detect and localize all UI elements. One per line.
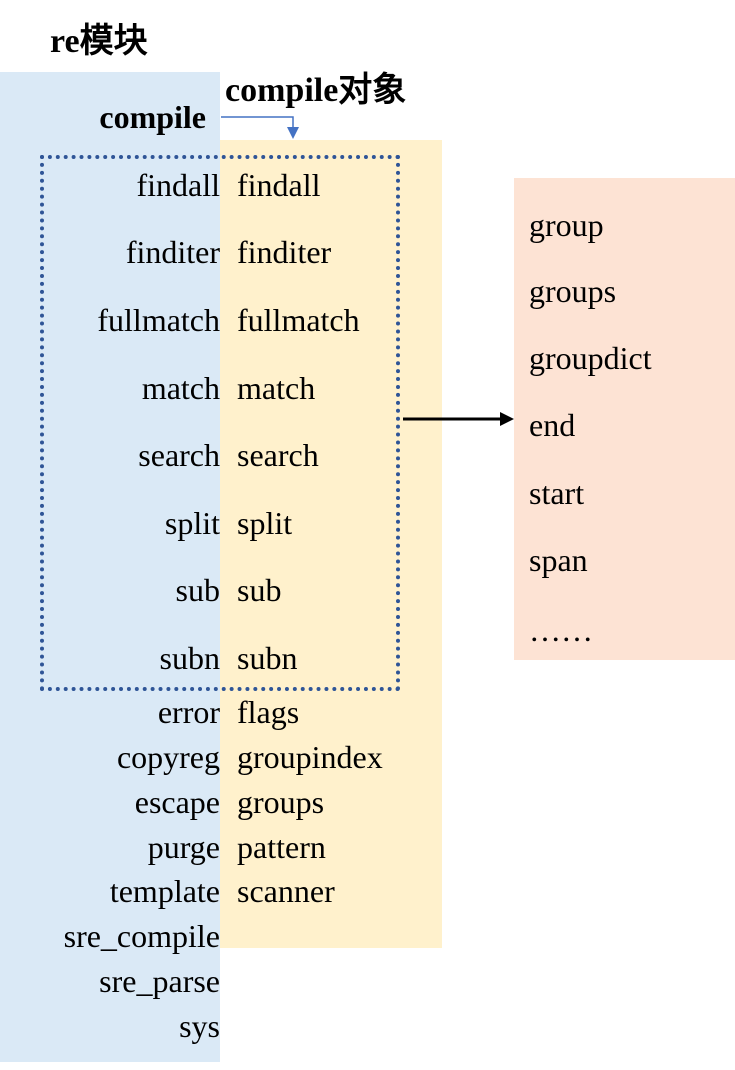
list-item: findall (136, 167, 220, 203)
list-item: subn (237, 640, 298, 676)
list-item: sys (179, 1008, 220, 1044)
list-item: groupdict (529, 340, 652, 376)
match-arrowhead-icon (500, 412, 514, 426)
list-item: error (157, 694, 220, 730)
list-item: pattern (237, 829, 326, 865)
list-item: sre_compile (63, 918, 220, 954)
compile-connector-line (221, 116, 294, 128)
list-item: group (529, 207, 604, 243)
list-item: span (529, 542, 588, 578)
list-item: groups (237, 784, 325, 820)
list-item: escape (134, 784, 220, 820)
compile-arrowhead-icon (287, 127, 299, 139)
list-item: search (237, 437, 319, 473)
list-item: split (164, 505, 220, 541)
list-item: copyreg (116, 739, 220, 775)
list-item: finditer (125, 234, 220, 270)
list-item: fullmatch (237, 302, 360, 338)
list-item: match (141, 370, 220, 406)
list-item: scanner (237, 873, 335, 909)
list-item: finditer (237, 234, 332, 270)
list-item: split (237, 505, 293, 541)
list-item: sub (175, 572, 220, 608)
list-item: match (237, 370, 316, 406)
list-item: subn (159, 640, 220, 676)
list-item: sub (237, 572, 282, 608)
list-item: groupindex (237, 739, 383, 775)
list-item: search (138, 437, 220, 473)
list-item: fullmatch (97, 302, 220, 338)
list-item: groups (529, 273, 617, 309)
list-item: findall (237, 167, 321, 203)
list-item: flags (237, 694, 300, 730)
list-item: sre_parse (99, 963, 220, 999)
list-item: template (109, 873, 220, 909)
list-item: purge (147, 829, 220, 865)
list-item: end (529, 407, 576, 443)
list-item: …… (529, 612, 593, 648)
list-item: start (529, 475, 585, 511)
